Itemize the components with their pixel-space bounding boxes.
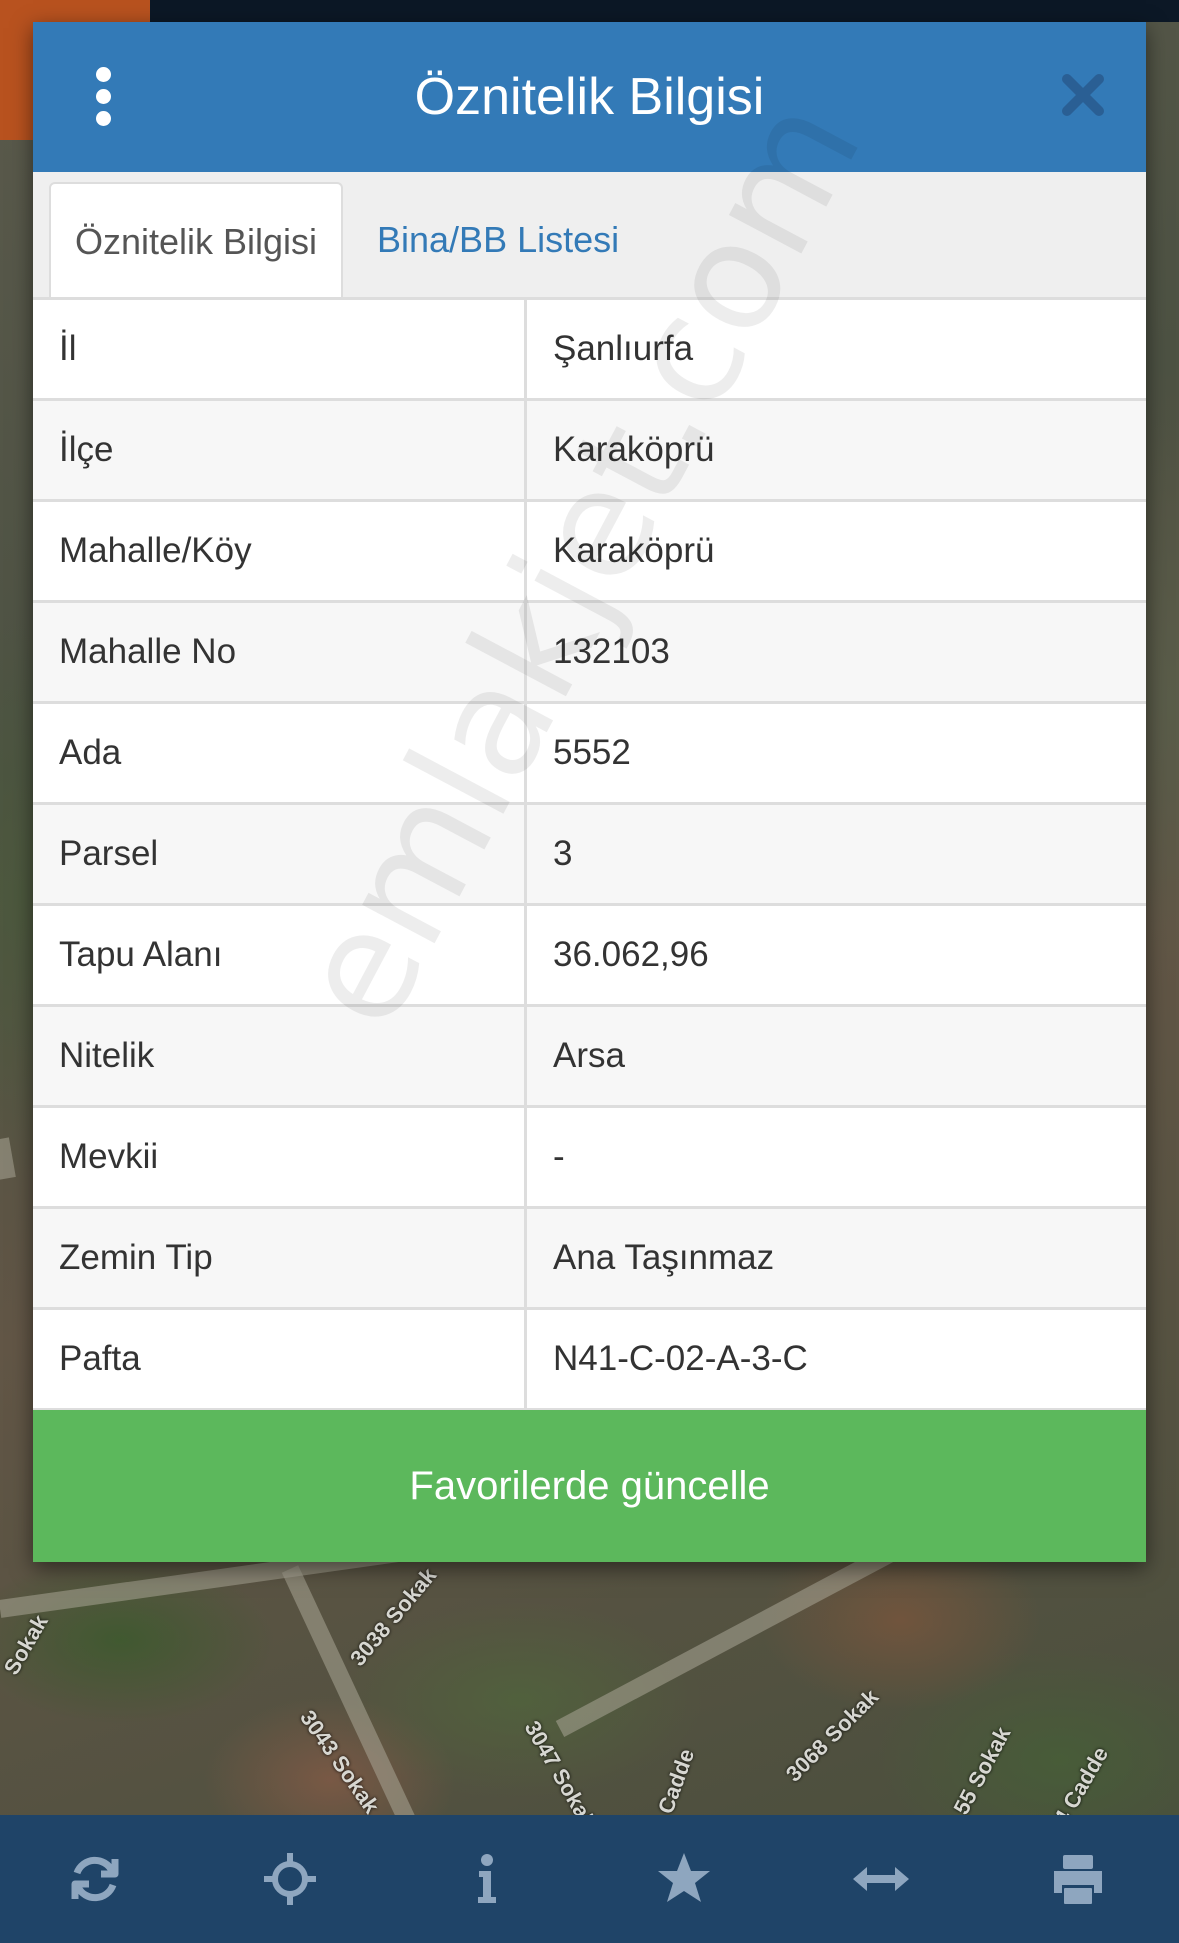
map-road — [0, 1137, 16, 1180]
attribute-value: 132103 — [553, 632, 670, 671]
street-label: 4 Cadde — [1048, 1742, 1114, 1815]
attribute-value: Ana Taşınmaz — [553, 1238, 775, 1277]
attribute-key: Pafta — [33, 1310, 527, 1408]
attribute-table: İl Şanlıurfa İlçe Karaköprü Mahalle/Köy … — [33, 297, 1146, 1411]
street-label: 3068 Sokak — [780, 1684, 884, 1787]
attribute-value: 36.062,96 — [553, 935, 709, 974]
attribute-key: Mahalle No — [33, 603, 527, 701]
attribute-value: Şanlıurfa — [553, 329, 694, 368]
attribute-value: 3 — [553, 834, 573, 873]
tab-attribute-info[interactable]: Öznitelik Bilgisi — [49, 182, 343, 297]
attribute-key: Nitelik — [33, 1007, 527, 1105]
attribute-key: İlçe — [33, 401, 527, 499]
modal-header: Öznitelik Bilgisi — [33, 22, 1146, 172]
street-label: 55 Sokak — [948, 1722, 1016, 1815]
table-row: Mahalle No 132103 — [33, 603, 1146, 704]
attribute-value: - — [553, 1137, 565, 1176]
bottom-toolbar — [0, 1815, 1179, 1943]
table-row: Mahalle/Köy Karaköprü — [33, 502, 1146, 603]
street-label: 3047 Sokak — [519, 1716, 602, 1816]
modal-title: Öznitelik Bilgisi — [414, 68, 765, 126]
attribute-key: Zemin Tip — [33, 1209, 527, 1307]
street-label: 3038 Sokak — [345, 1562, 442, 1671]
attribute-key: Tapu Alanı — [33, 906, 527, 1004]
street-label: Sokak — [0, 1610, 53, 1679]
attribute-key: İl — [33, 300, 527, 398]
close-icon[interactable] — [1058, 70, 1108, 120]
table-row: Zemin Tip Ana Taşınmaz — [33, 1209, 1146, 1310]
table-row: Nitelik Arsa — [33, 1007, 1146, 1108]
table-row: İl Şanlıurfa — [33, 300, 1146, 401]
attribute-value: N41-C-02-A-3-C — [553, 1339, 808, 1378]
tab-building-list[interactable]: Bina/BB Listesi — [377, 182, 619, 297]
print-icon[interactable] — [1048, 1849, 1108, 1909]
attribute-key: Mahalle/Köy — [33, 502, 527, 600]
map-top-strip — [150, 0, 1179, 22]
attribute-key: Parsel — [33, 805, 527, 903]
attribute-value: Arsa — [553, 1036, 625, 1075]
star-icon[interactable] — [654, 1849, 714, 1909]
arrows-horizontal-icon[interactable] — [851, 1849, 911, 1909]
table-row: Parsel 3 — [33, 805, 1146, 906]
attribute-key: Mevkii — [33, 1108, 527, 1206]
attribute-value: Karaköprü — [553, 430, 715, 469]
table-row: Ada 5552 — [33, 704, 1146, 805]
attribute-value: Karaköprü — [553, 531, 715, 570]
attribute-info-modal: Öznitelik Bilgisi Öznitelik Bilgisi Bina… — [33, 22, 1146, 1562]
tab-bar: Öznitelik Bilgisi Bina/BB Listesi — [33, 172, 1146, 297]
attribute-value: 5552 — [553, 733, 631, 772]
street-label: Cadde — [652, 1745, 700, 1815]
info-icon[interactable] — [457, 1849, 517, 1909]
table-row: Pafta N41-C-02-A-3-C — [33, 1310, 1146, 1411]
crosshair-icon[interactable] — [260, 1849, 320, 1909]
attribute-key: Ada — [33, 704, 527, 802]
table-row: Tapu Alanı 36.062,96 — [33, 906, 1146, 1007]
refresh-icon[interactable] — [65, 1849, 125, 1909]
table-row: İlçe Karaköprü — [33, 401, 1146, 502]
table-row: Mevkii - — [33, 1108, 1146, 1209]
update-favorites-button[interactable]: Favorilerde güncelle — [33, 1410, 1146, 1562]
